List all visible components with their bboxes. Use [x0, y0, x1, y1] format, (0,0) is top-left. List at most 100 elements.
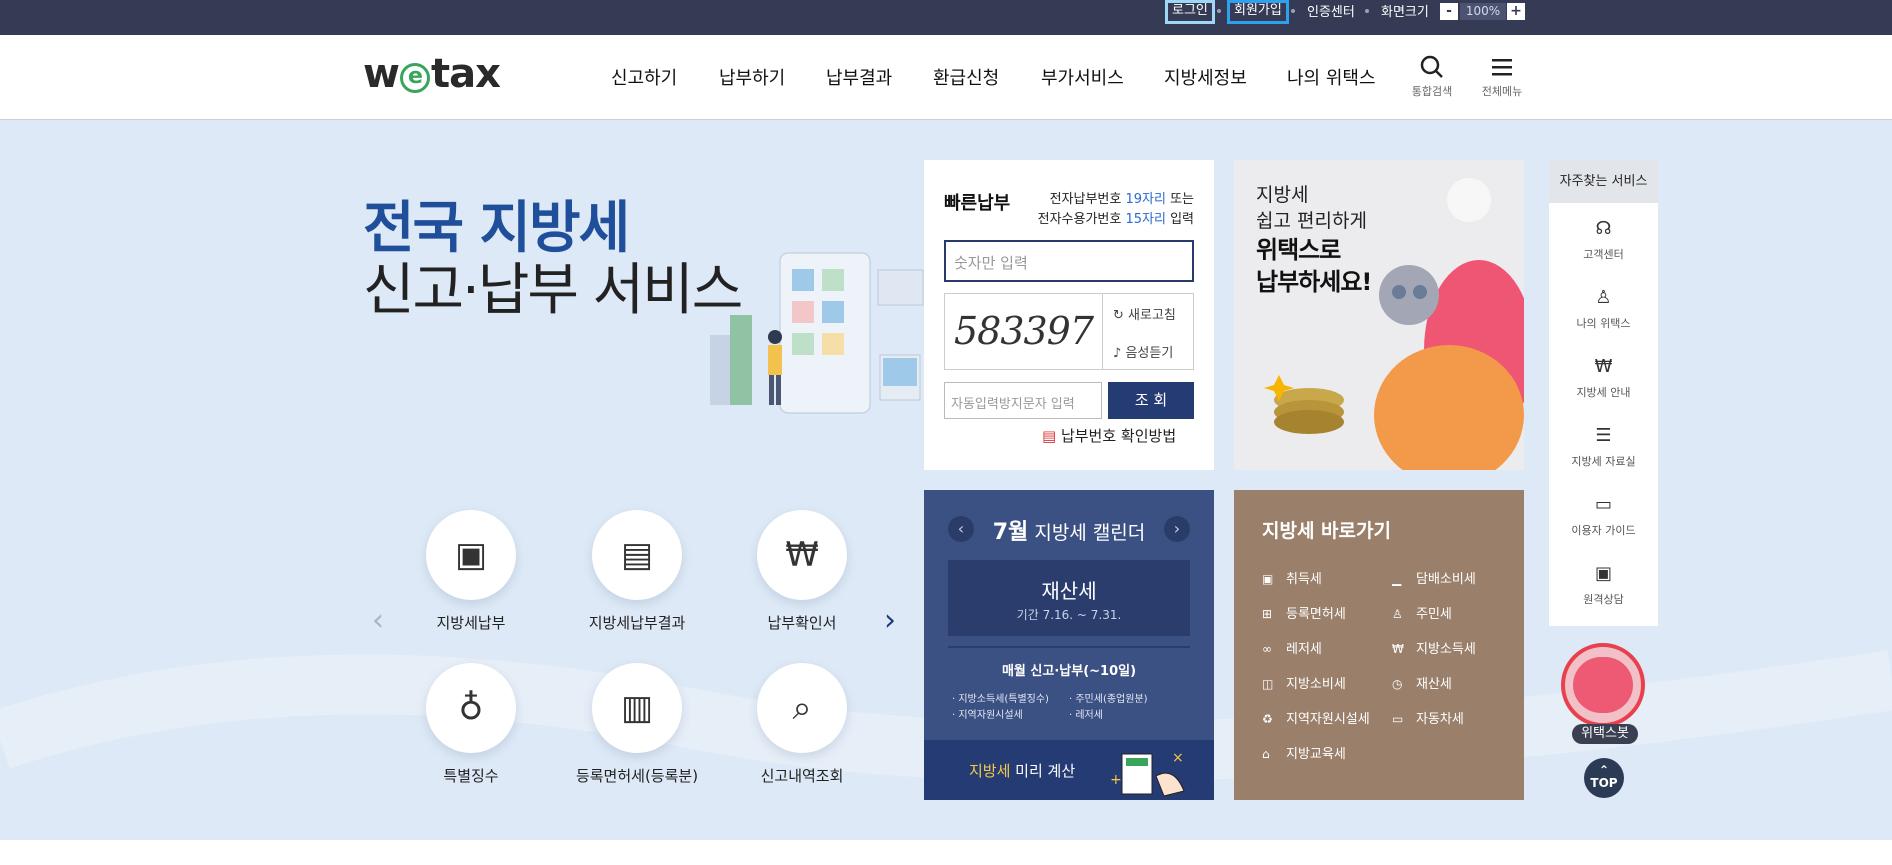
login-link[interactable]: 로그인 [1165, 0, 1215, 24]
integrated-search-button[interactable]: 통합검색 [1406, 54, 1458, 99]
captcha-input[interactable]: 자동입력방지문자 입력 [944, 382, 1102, 419]
mascot-illustration [1264, 178, 1524, 470]
screen-size-label: 화면크기 [1381, 5, 1429, 20]
divider [948, 646, 1190, 648]
graduation-cap-icon: ⌂ [1262, 747, 1270, 761]
shortcut-local-consumption-tax[interactable]: ◫ 지방소비세 [1262, 673, 1346, 692]
separator-dot [1217, 9, 1221, 13]
captcha-refresh-button[interactable]: ↻ 새로고침 [1113, 304, 1176, 323]
sidebar-item-tax-guide[interactable]: ₩ 지방세 안내 [1549, 356, 1658, 400]
wetax-bot-label[interactable]: 위택스봇 [1572, 724, 1638, 744]
service-pay-certificate[interactable]: ₩ 납부확인서 [722, 510, 882, 633]
shortcut-local-income-tax[interactable]: ₩ 지방소득세 [1392, 638, 1476, 657]
chevron-up-icon: ⌃ [1598, 763, 1610, 777]
wetax-bot-button[interactable] [1561, 643, 1645, 727]
calendar-item: · 주민세(종업원분) [1069, 694, 1148, 705]
nav-refund[interactable]: 환급신청 [933, 64, 999, 90]
menu-label: 전체메뉴 [1481, 85, 1523, 98]
calculator-icon: +× [1110, 750, 1185, 797]
hero-title-line2: 신고·납부 서비스 [363, 258, 743, 323]
shortcut-registration-tax[interactable]: ⊞ 등록면허세 [1262, 603, 1346, 622]
shortcut-local-education-tax[interactable]: ⌂ 지방교육세 [1262, 743, 1346, 762]
local-tax-calendar: ‹ › 7월 지방세 캘린더 재산세 기간 7.16. ~ 7.31. 매월 신… [924, 490, 1214, 800]
separator-dot [1365, 9, 1369, 13]
sidebar-item-tax-library[interactable]: ☰ 지방세 자료실 [1549, 425, 1658, 469]
nav-pay[interactable]: 납부하기 [719, 64, 785, 90]
cigarette-icon: ▁ [1392, 572, 1402, 586]
clock-icon: ◷ [1392, 677, 1403, 691]
lookup-button[interactable]: 조 회 [1108, 382, 1194, 419]
cup-icon: ◫ [1262, 677, 1274, 691]
check-method-link[interactable]: ▤ 납부번호 확인방법 [1042, 425, 1176, 446]
monitor-document-icon: ▤ [592, 510, 682, 600]
sidebar-item-my-wetax[interactable]: ♙ 나의 위택스 [1549, 287, 1658, 331]
service-local-tax-pay[interactable]: ▣ 지방세납부 [391, 510, 551, 633]
captcha-box: 583397 ↻ 새로고침 ♪ 음성듣기 [944, 293, 1194, 370]
person-icon: ♙ [1392, 607, 1403, 621]
sidebar-title: 자주찾는 서비스 [1549, 160, 1658, 203]
search-label: 통합검색 [1411, 85, 1453, 98]
service-special-collection[interactable]: ♁ 특별징수 [391, 663, 551, 786]
nav-my-wetax[interactable]: 나의 위택스 [1287, 64, 1376, 90]
quick-pay-description: 전자납부번호 19자리 또는 전자수용가번호 15자리 입력 [1037, 192, 1194, 227]
service-registration-license-tax[interactable]: ▥ 등록면허세(등록분) [557, 663, 717, 786]
receipt-icon: ▤ [1042, 427, 1061, 445]
microphone-icon: ♪ [1113, 346, 1126, 361]
service-pay-result[interactable]: ▤ 지방세납부결과 [557, 510, 717, 633]
sidebar-item-remote-support[interactable]: ▣ 원격상담 [1549, 563, 1658, 607]
sidebar-item-customer-center[interactable]: ☊ 고객센터 [1549, 218, 1658, 262]
zoom-out-button[interactable]: - [1440, 3, 1458, 20]
shortcuts-title: 지방세 바로가기 [1262, 520, 1391, 542]
shortcut-leisure-tax[interactable]: ∞ 레저세 [1262, 638, 1322, 657]
captcha-audio-button[interactable]: ♪ 음성듣기 [1113, 342, 1173, 361]
nav-report[interactable]: 신고하기 [611, 64, 677, 90]
shortcut-regional-resource-tax[interactable]: ♻ 지역자원시설세 [1262, 708, 1370, 727]
service-report-history[interactable]: ⌕ 신고내역조회 [722, 663, 882, 786]
cert-center-link[interactable]: 인증센터 [1307, 3, 1355, 25]
bot-mascot-icon [1573, 657, 1633, 713]
nav-extra-services[interactable]: 부가서비스 [1041, 64, 1124, 90]
money-bag-icon: ♁ [426, 663, 516, 753]
refresh-icon: ↻ [1113, 308, 1129, 323]
zoom-in-button[interactable]: + [1507, 3, 1525, 20]
shortcut-acquisition-tax[interactable]: ▣ 취득세 [1262, 568, 1322, 587]
sidebar-item-user-guide[interactable]: ▭ 이용자 가이드 [1549, 494, 1658, 538]
calendar-item: · 레저세 [1069, 710, 1103, 721]
scroll-top-button[interactable]: ⌃ TOP [1584, 758, 1624, 798]
won-bag-icon: ₩ [1594, 356, 1613, 377]
payment-number-input[interactable]: 숫자만 입력 [944, 240, 1194, 282]
signup-link[interactable]: 회원가입 [1227, 0, 1289, 24]
zoom-level: 100% [1460, 3, 1506, 20]
svg-text:×: × [1172, 750, 1184, 766]
monthly-schedule-title: 매월 신고·납부(~10일) [1001, 664, 1137, 679]
search-icon [1420, 55, 1443, 78]
shortcut-tobacco-tax[interactable]: ▁ 담배소비세 [1392, 568, 1476, 587]
monitor-icon: ▣ [1594, 563, 1612, 584]
nav-local-tax-info[interactable]: 지방세정보 [1164, 64, 1247, 90]
chevron-left-icon[interactable]: ‹ [372, 603, 384, 638]
calendar-current-tax[interactable]: 재산세 기간 7.16. ~ 7.31. [948, 560, 1190, 636]
calendar-item: · 지방소득세(특별징수) [952, 694, 1049, 705]
all-menu-button[interactable]: 전체메뉴 [1477, 54, 1527, 99]
chat-bubble-icon: ▭ [1594, 494, 1612, 515]
plus-box-icon: ⊞ [1262, 607, 1273, 621]
wetax-logo[interactable]: w e tax [363, 51, 501, 97]
quick-pay-title: 빠른납부 [944, 193, 1011, 214]
shortcut-resident-tax[interactable]: ♙ 주민세 [1392, 603, 1452, 622]
nav-pay-result[interactable]: 납부결과 [826, 64, 892, 90]
calendar-item: · 지역자원시설세 [952, 710, 1023, 721]
promo-banner[interactable]: 지방세 쉽고 편리하게 위택스로 납부하세요! [1234, 160, 1524, 470]
car-icon: ▭ [1392, 712, 1404, 726]
recycle-icon: ♻ [1262, 712, 1273, 726]
won-bag-icon: ₩ [1392, 642, 1404, 656]
tax-calculator-link[interactable]: 지방세 미리 계산 + × [924, 740, 1214, 800]
shortcut-vehicle-tax[interactable]: ▭ 자동차세 [1392, 708, 1464, 727]
headset-icon: ☊ [1595, 218, 1612, 239]
chevron-right-icon[interactable]: › [884, 603, 896, 638]
calendar-title: 7월 지방세 캘린더 [992, 520, 1146, 545]
bicycle-icon: ∞ [1262, 642, 1272, 656]
local-tax-shortcuts: 지방세 바로가기 ▣ 취득세 ▁ 담배소비세 ⊞ 등록면허세 ♙ 주민세 ∞ 레저세 ₩ 지… [1234, 490, 1524, 800]
shortcut-property-tax[interactable]: ◷ 재산세 [1392, 673, 1452, 692]
building-won-icon: ▥ [592, 663, 682, 753]
user-icon: ♙ [1595, 287, 1612, 308]
